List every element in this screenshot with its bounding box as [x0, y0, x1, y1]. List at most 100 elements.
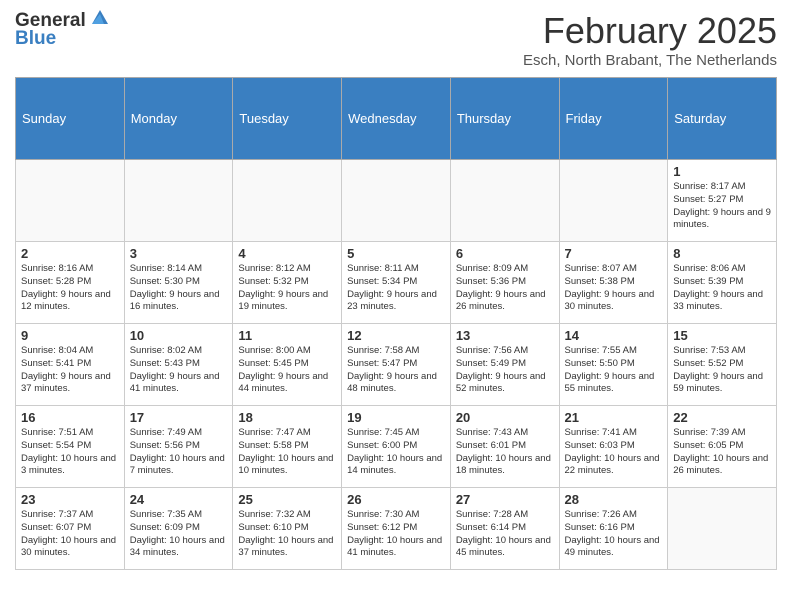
day-info: Sunrise: 7:41 AM Sunset: 6:03 PM Dayligh…: [565, 427, 663, 478]
calendar-cell: 23Sunrise: 7:37 AM Sunset: 6:07 PM Dayli…: [16, 488, 125, 570]
day-info: Sunrise: 7:56 AM Sunset: 5:49 PM Dayligh…: [456, 345, 554, 396]
day-number: 18: [238, 410, 336, 425]
calendar-cell: 7Sunrise: 8:07 AM Sunset: 5:38 PM Daylig…: [559, 242, 668, 324]
day-number: 26: [347, 492, 445, 507]
day-info: Sunrise: 7:39 AM Sunset: 6:05 PM Dayligh…: [673, 427, 771, 478]
calendar-cell: 25 Sunrise: 7:32 AM Sunset: 6:10 PM Dayli…: [233, 488, 342, 570]
day-info: Sunrise: 7:45 AM Sunset: 6:00 PM Dayligh…: [347, 427, 445, 478]
calendar-cell: [233, 160, 342, 242]
day-info: Sunrise: 7:26 AM Sunset: 6:16 PM Dayligh…: [565, 509, 663, 560]
col-header-tuesday: Tuesday: [233, 78, 342, 160]
day-number: 20: [456, 410, 554, 425]
day-info: Sunrise: 8:12 AM Sunset: 5:32 PM Dayligh…: [238, 263, 336, 314]
day-number: 12: [347, 328, 445, 343]
day-number: 4: [238, 246, 336, 261]
day-number: 2: [21, 246, 119, 261]
day-number: 27: [456, 492, 554, 507]
day-number: 9: [21, 328, 119, 343]
day-number: 15: [673, 328, 771, 343]
calendar-cell: [668, 488, 777, 570]
calendar-cell: 3 Sunrise: 8:14 AM Sunset: 5:30 PM Daylig…: [124, 242, 233, 324]
calendar-cell: 16Sunrise: 7:51 AM Sunset: 5:54 PM Dayli…: [16, 406, 125, 488]
calendar-cell: 1 Sunrise: 8:17 AM Sunset: 5:27 PM Daylig…: [668, 160, 777, 242]
col-header-monday: Monday: [124, 78, 233, 160]
calendar-cell: 26 Sunrise: 7:30 AM Sunset: 6:12 PM Dayli…: [342, 488, 451, 570]
calendar-cell: 18 Sunrise: 7:47 AM Sunset: 5:58 PM Dayli…: [233, 406, 342, 488]
day-info: Sunrise: 8:09 AM Sunset: 5:36 PM Dayligh…: [456, 263, 554, 314]
calendar-cell: [16, 160, 125, 242]
calendar-cell: 13 Sunrise: 7:56 AM Sunset: 5:49 PM Dayli…: [450, 324, 559, 406]
day-number: 17: [130, 410, 228, 425]
logo-text: General Blue: [15, 10, 110, 50]
calendar-cell: [124, 160, 233, 242]
calendar-week-0: 1 Sunrise: 8:17 AM Sunset: 5:27 PM Daylig…: [16, 160, 777, 242]
day-info: Sunrise: 8:02 AM Sunset: 5:43 PM Dayligh…: [130, 345, 228, 396]
day-number: 5: [347, 246, 445, 261]
day-info: Sunrise: 8:17 AM Sunset: 5:27 PM Dayligh…: [673, 181, 771, 232]
day-number: 7: [565, 246, 663, 261]
day-info: Sunrise: 7:49 AM Sunset: 5:56 PM Dayligh…: [130, 427, 228, 478]
calendar-cell: 5 Sunrise: 8:11 AM Sunset: 5:34 PM Daylig…: [342, 242, 451, 324]
day-number: 1: [673, 164, 771, 179]
day-info: Sunrise: 7:58 AM Sunset: 5:47 PM Dayligh…: [347, 345, 445, 396]
calendar-week-4: 23Sunrise: 7:37 AM Sunset: 6:07 PM Dayli…: [16, 488, 777, 570]
calendar-cell: 24Sunrise: 7:35 AM Sunset: 6:09 PM Dayli…: [124, 488, 233, 570]
logo: General Blue: [15, 10, 110, 50]
day-number: 28: [565, 492, 663, 507]
day-number: 6: [456, 246, 554, 261]
day-info: Sunrise: 7:51 AM Sunset: 5:54 PM Dayligh…: [21, 427, 119, 478]
calendar-cell: 4 Sunrise: 8:12 AM Sunset: 5:32 PM Daylig…: [233, 242, 342, 324]
calendar-table: SundayMondayTuesdayWednesdayThursdayFrid…: [15, 77, 777, 570]
day-info: Sunrise: 7:28 AM Sunset: 6:14 PM Dayligh…: [456, 509, 554, 560]
calendar-week-2: 9 Sunrise: 8:04 AM Sunset: 5:41 PM Daylig…: [16, 324, 777, 406]
calendar-header-row: SundayMondayTuesdayWednesdayThursdayFrid…: [16, 78, 777, 160]
day-info: Sunrise: 8:16 AM Sunset: 5:28 PM Dayligh…: [21, 263, 119, 314]
location-subtitle: Esch, North Brabant, The Netherlands: [523, 52, 777, 69]
calendar-cell: 19Sunrise: 7:45 AM Sunset: 6:00 PM Dayli…: [342, 406, 451, 488]
day-number: 25: [238, 492, 336, 507]
page-header: General Blue February 2025 Esch, North B…: [15, 10, 777, 69]
calendar-cell: 11Sunrise: 8:00 AM Sunset: 5:45 PM Dayli…: [233, 324, 342, 406]
col-header-saturday: Saturday: [668, 78, 777, 160]
calendar-cell: [342, 160, 451, 242]
month-title: February 2025: [523, 10, 777, 52]
calendar-cell: 8Sunrise: 8:06 AM Sunset: 5:39 PM Daylig…: [668, 242, 777, 324]
title-block: February 2025 Esch, North Brabant, The N…: [523, 10, 777, 69]
day-number: 8: [673, 246, 771, 261]
calendar-cell: 17 Sunrise: 7:49 AM Sunset: 5:56 PM Dayli…: [124, 406, 233, 488]
calendar-cell: 22 Sunrise: 7:39 AM Sunset: 6:05 PM Dayli…: [668, 406, 777, 488]
day-info: Sunrise: 7:47 AM Sunset: 5:58 PM Dayligh…: [238, 427, 336, 478]
col-header-friday: Friday: [559, 78, 668, 160]
calendar-cell: 15 Sunrise: 7:53 AM Sunset: 5:52 PM Dayli…: [668, 324, 777, 406]
day-info: Sunrise: 8:00 AM Sunset: 5:45 PM Dayligh…: [238, 345, 336, 396]
calendar-cell: [559, 160, 668, 242]
calendar-week-1: 2 Sunrise: 8:16 AM Sunset: 5:28 PM Daylig…: [16, 242, 777, 324]
logo-icon: [88, 6, 110, 28]
calendar-cell: 21Sunrise: 7:41 AM Sunset: 6:03 PM Dayli…: [559, 406, 668, 488]
day-number: 22: [673, 410, 771, 425]
day-number: 3: [130, 246, 228, 261]
day-info: Sunrise: 8:04 AM Sunset: 5:41 PM Dayligh…: [21, 345, 119, 396]
calendar-cell: 6 Sunrise: 8:09 AM Sunset: 5:36 PM Daylig…: [450, 242, 559, 324]
day-info: Sunrise: 7:30 AM Sunset: 6:12 PM Dayligh…: [347, 509, 445, 560]
day-number: 13: [456, 328, 554, 343]
calendar-cell: 2 Sunrise: 8:16 AM Sunset: 5:28 PM Daylig…: [16, 242, 125, 324]
day-info: Sunrise: 7:55 AM Sunset: 5:50 PM Dayligh…: [565, 345, 663, 396]
day-info: Sunrise: 7:53 AM Sunset: 5:52 PM Dayligh…: [673, 345, 771, 396]
day-number: 14: [565, 328, 663, 343]
calendar-cell: 27 Sunrise: 7:28 AM Sunset: 6:14 PM Dayli…: [450, 488, 559, 570]
calendar-cell: [450, 160, 559, 242]
day-number: 24: [130, 492, 228, 507]
day-number: 10: [130, 328, 228, 343]
calendar-cell: 12 Sunrise: 7:58 AM Sunset: 5:47 PM Dayli…: [342, 324, 451, 406]
col-header-sunday: Sunday: [16, 78, 125, 160]
page-container: General Blue February 2025 Esch, North B…: [0, 0, 792, 580]
day-info: Sunrise: 7:43 AM Sunset: 6:01 PM Dayligh…: [456, 427, 554, 478]
col-header-wednesday: Wednesday: [342, 78, 451, 160]
day-info: Sunrise: 8:11 AM Sunset: 5:34 PM Dayligh…: [347, 263, 445, 314]
day-number: 23: [21, 492, 119, 507]
day-info: Sunrise: 7:32 AM Sunset: 6:10 PM Dayligh…: [238, 509, 336, 560]
calendar-cell: 28 Sunrise: 7:26 AM Sunset: 6:16 PM Dayli…: [559, 488, 668, 570]
day-info: Sunrise: 8:14 AM Sunset: 5:30 PM Dayligh…: [130, 263, 228, 314]
col-header-thursday: Thursday: [450, 78, 559, 160]
